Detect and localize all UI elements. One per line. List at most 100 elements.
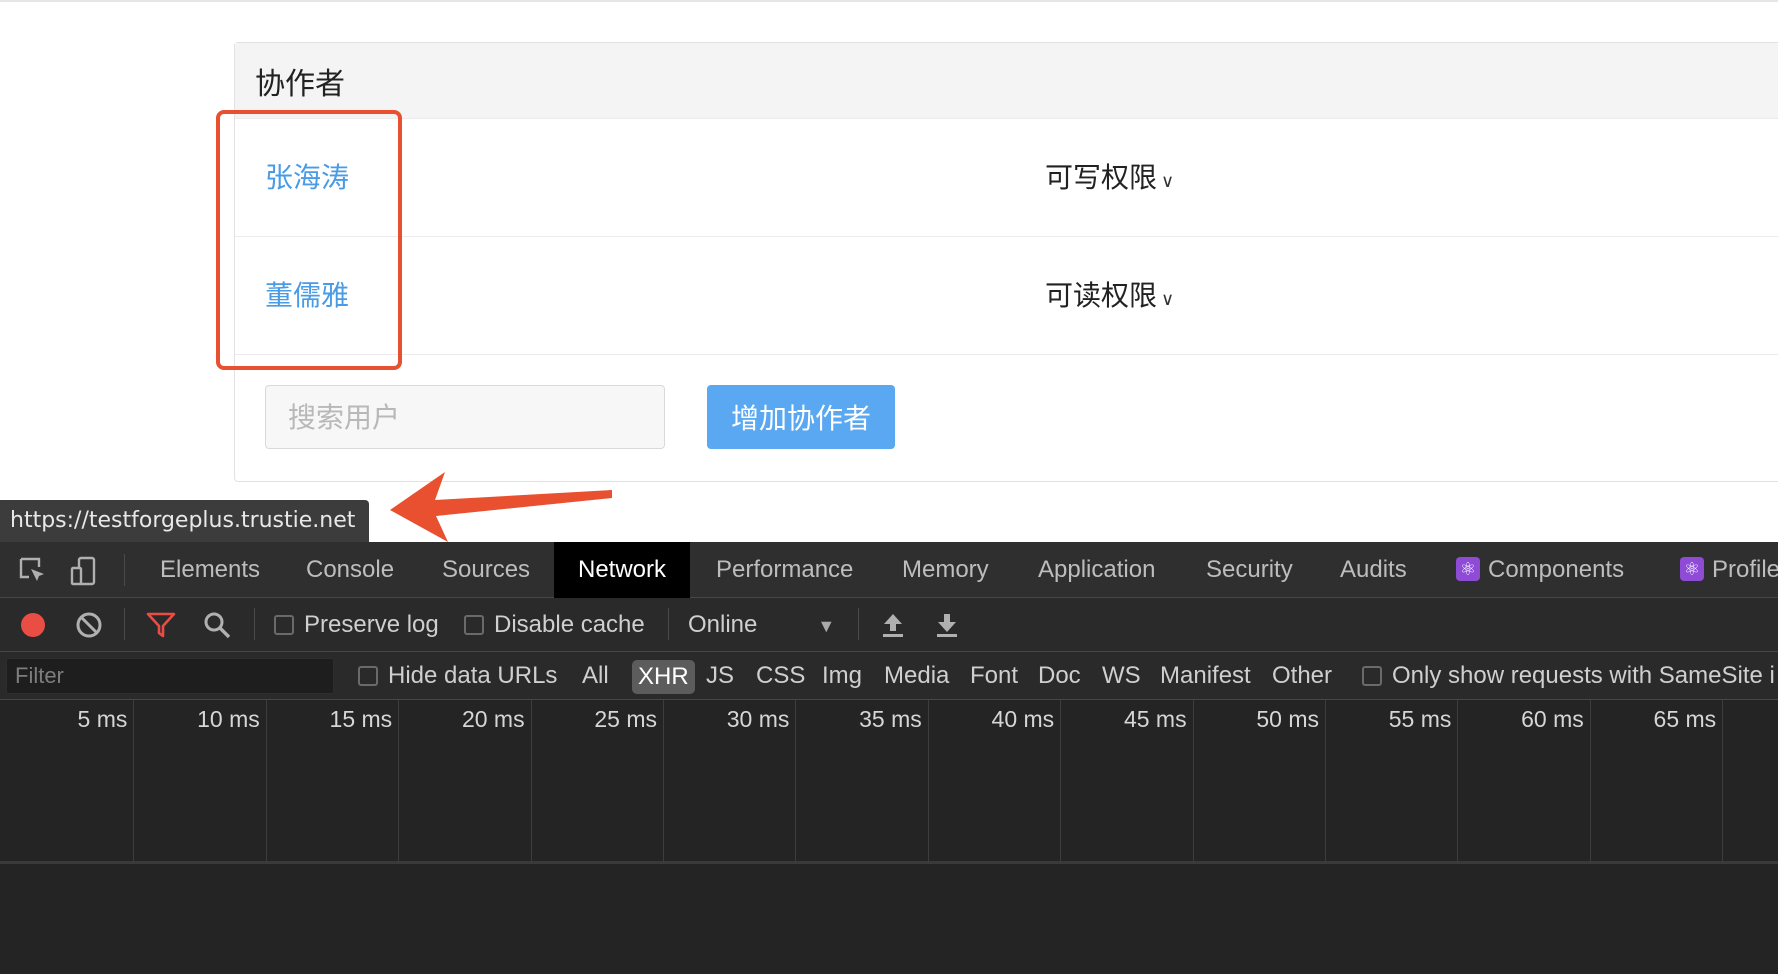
timeline-tick-label: 35 ms [859,706,922,732]
preserve-log-checkbox[interactable]: Preserve log [274,598,439,652]
member-row: 张海涛 可写权限 ∨ [235,119,1778,237]
timeline-tick-label: 50 ms [1256,706,1319,732]
search-user-input[interactable] [265,385,665,449]
timeline-tick-label: 55 ms [1388,706,1452,732]
toolbar-divider [254,608,255,640]
timeline-tick-label: 30 ms [726,706,790,732]
import-har-icon[interactable] [878,610,908,640]
filter-manifest[interactable]: Manifest [1160,652,1251,700]
tab-components-label: Components [1488,556,1625,583]
export-har-icon[interactable] [932,610,962,640]
timeline-tick-label: 40 ms [991,706,1055,732]
preserve-log-label: Preserve log [304,611,439,638]
filter-ws[interactable]: WS [1102,652,1141,700]
page-top-divider [0,0,1778,2]
timeline-tick: 15 ms [267,700,400,864]
toolbar-divider [124,608,125,640]
add-collaborator-button[interactable]: 增加协作者 [707,385,895,449]
filter-all[interactable]: All [582,652,609,700]
filter-js[interactable]: JS [706,652,734,700]
checkbox-box [464,615,484,635]
timeline-tick: 40 ms [929,700,1062,864]
inspect-element-icon[interactable] [18,556,48,586]
tab-performance[interactable]: Performance [716,542,853,598]
toolbar-divider [668,608,669,640]
annotation-arrow-icon [390,472,612,542]
timeline-tick: 55 ms [1326,700,1459,864]
network-toolbar: Preserve log Disable cache Online ▼ [0,598,1778,652]
timeline-tick: 35 ms [796,700,929,864]
throttling-select[interactable]: Online ▼ [688,598,835,652]
filter-css[interactable]: CSS [756,652,805,700]
annotation-highlight-box [216,110,402,370]
hide-data-urls-label: Hide data URLs [388,662,558,689]
device-toolbar-icon[interactable] [70,556,100,586]
network-requests-area [0,864,1778,974]
checkbox-box [274,615,294,635]
filter-xhr[interactable]: XHR [632,660,695,694]
timeline-tick-label: 60 ms [1521,706,1584,732]
chevron-down-icon: ∨ [1161,171,1175,192]
filter-input[interactable] [6,658,334,694]
permission-dropdown[interactable]: 可写权限 ∨ [1045,119,1174,241]
tab-network[interactable]: Network [554,542,691,598]
hide-data-urls-checkbox[interactable]: Hide data URLs [358,652,557,700]
timeline-tick-label: 5 ms [77,706,128,732]
timeline-tick: 20 ms [399,700,532,864]
react-icon: ⚛ [1456,557,1480,581]
tab-components[interactable]: ⚛ Components [1456,542,1624,598]
record-icon[interactable] [18,610,48,640]
search-icon[interactable] [202,610,232,640]
samesite-checkbox[interactable]: Only show requests with SameSite i [1362,652,1775,700]
filter-font[interactable]: Font [970,652,1018,700]
filter-doc[interactable]: Doc [1038,652,1081,700]
filter-funnel-icon[interactable] [146,610,176,640]
timeline-tick: 30 ms [664,700,797,864]
permission-dropdown[interactable]: 可读权限 ∨ [1045,237,1174,359]
dropdown-triangle-icon: ▼ [817,616,836,636]
timeline-tick: 5 ms [2,700,135,864]
filter-media[interactable]: Media [884,652,949,700]
permission-label: 可写权限 [1045,161,1158,194]
clear-icon[interactable] [74,610,104,640]
permission-label: 可读权限 [1045,279,1158,312]
devtools-panel: Elements Console Sources Network Perform… [0,542,1778,974]
timeline-tick: 50 ms [1194,700,1326,864]
timeline-tick: 60 ms [1458,700,1591,864]
timeline-tick: 45 ms [1061,700,1194,864]
tab-memory[interactable]: Memory [902,542,989,598]
network-timeline-overview: 5 ms 10 ms 15 ms 20 ms 25 ms 30 ms 35 ms 40 ms 4… [0,700,1778,864]
tab-profiler[interactable]: ⚛ Profile [1680,542,1778,598]
panel-title: 协作者 [235,43,1778,119]
timeline-tick-label: 20 ms [461,706,525,732]
throttling-value: Online [688,611,758,638]
timeline-tick: 25 ms [532,700,664,864]
tab-console[interactable]: Console [306,542,394,598]
tab-sources[interactable]: Sources [442,542,530,598]
checkbox-box [1362,666,1382,686]
filter-img[interactable]: Img [822,652,862,700]
timeline-tick-label: 10 ms [197,706,260,732]
timeline-tick: 65 ms [1591,700,1724,864]
timeline-tick-label: 65 ms [1653,706,1717,732]
react-icon: ⚛ [1680,557,1704,581]
toolbar-divider [124,554,125,586]
timeline-tick-label: 15 ms [329,706,393,732]
filter-other[interactable]: Other [1272,652,1332,700]
tab-elements[interactable]: Elements [160,542,260,598]
timeline-tick-label: 45 ms [1123,706,1187,732]
member-row: 董儒雅 可读权限 ∨ [235,237,1778,355]
timeline-tick-label: 25 ms [594,706,657,732]
add-collaborator-area: 增加协作者 [235,355,1778,485]
devtools-tab-bar: Elements Console Sources Network Perform… [0,542,1778,598]
network-filter-bar: Hide data URLs All XHR JS CSS Img Media … [0,652,1778,700]
tab-security[interactable]: Security [1206,542,1293,598]
tab-profiler-label: Profile [1712,556,1778,583]
disable-cache-checkbox[interactable]: Disable cache [464,598,645,652]
samesite-label: Only show requests with SameSite i [1392,662,1775,689]
timeline-tick: 10 ms [134,700,267,864]
checkbox-box [358,666,378,686]
chevron-down-icon: ∨ [1161,289,1175,310]
tab-application[interactable]: Application [1038,542,1155,598]
tab-audits[interactable]: Audits [1340,542,1407,598]
